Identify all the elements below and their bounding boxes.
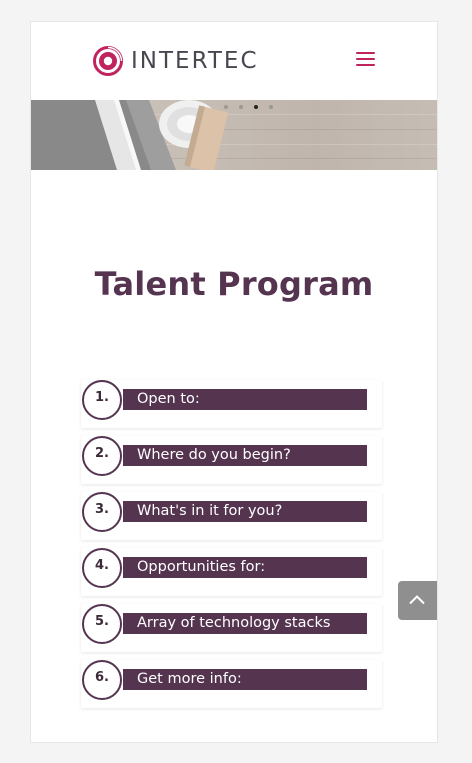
accordion-item-number: 2. <box>82 436 122 476</box>
hero-slider <box>31 100 437 170</box>
accordion-item-where-to-begin[interactable]: Where do you begin? 2. <box>81 436 383 484</box>
accordion-item-tech-stacks[interactable]: Array of technology stacks 5. <box>81 604 383 652</box>
accordion-item-number: 5. <box>82 604 122 644</box>
brand-logo[interactable]: INTERTEC <box>93 44 259 78</box>
slider-dot-3[interactable] <box>254 105 258 109</box>
accordion-item-label: Opportunities for: <box>137 559 266 575</box>
hamburger-menu-icon[interactable] <box>356 52 375 68</box>
accordion-item-number: 1. <box>82 380 122 420</box>
accordion-item-opportunities[interactable]: Opportunities for: 4. <box>81 548 383 596</box>
page-title: Talent Program <box>94 265 374 303</box>
accordion-item-label: Get more info: <box>137 671 242 687</box>
site-header: INTERTEC <box>31 22 437 101</box>
scroll-to-top-button[interactable] <box>398 581 437 620</box>
page-frame: INTERTEC Talent Program Open to: 1. Wher… <box>31 22 437 742</box>
brand-name: INTERTEC <box>131 48 259 74</box>
accordion-item-number: 4. <box>82 548 122 588</box>
accordion-item-whats-in-it[interactable]: What's in it for you? 3. <box>81 492 383 540</box>
accordion-item-label: Where do you begin? <box>137 447 291 463</box>
slider-dot-4[interactable] <box>269 105 273 109</box>
chevron-up-icon <box>409 595 425 605</box>
slider-dots <box>224 105 273 109</box>
accordion-item-open-to[interactable]: Open to: 1. <box>81 380 383 428</box>
slider-dot-1[interactable] <box>224 105 228 109</box>
logo-mark-icon <box>93 46 123 76</box>
accordion-item-label: What's in it for you? <box>137 503 283 519</box>
accordion-item-label: Open to: <box>137 391 200 407</box>
accordion-item-label: Array of technology stacks <box>137 615 331 631</box>
slider-dot-2[interactable] <box>239 105 243 109</box>
accordion-item-more-info[interactable]: Get more info: 6. <box>81 660 383 708</box>
accordion-item-number: 6. <box>82 660 122 700</box>
accordion-item-number: 3. <box>82 492 122 532</box>
